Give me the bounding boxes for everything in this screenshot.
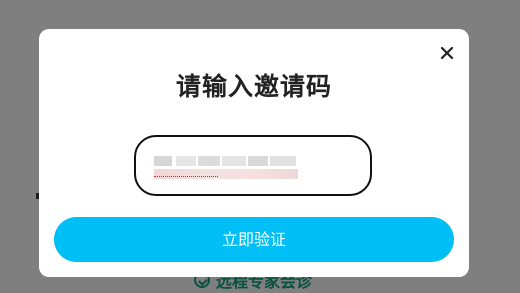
invite-code-modal: 请输入邀请码 立即验证	[39, 29, 469, 277]
verify-now-button[interactable]: 立即验证	[54, 217, 454, 262]
close-button[interactable]	[437, 43, 457, 63]
modal-title: 请输入邀请码	[175, 72, 332, 101]
invite-code-field[interactable]	[134, 135, 372, 196]
invite-code-input[interactable]	[154, 153, 304, 177]
close-icon	[440, 46, 454, 60]
